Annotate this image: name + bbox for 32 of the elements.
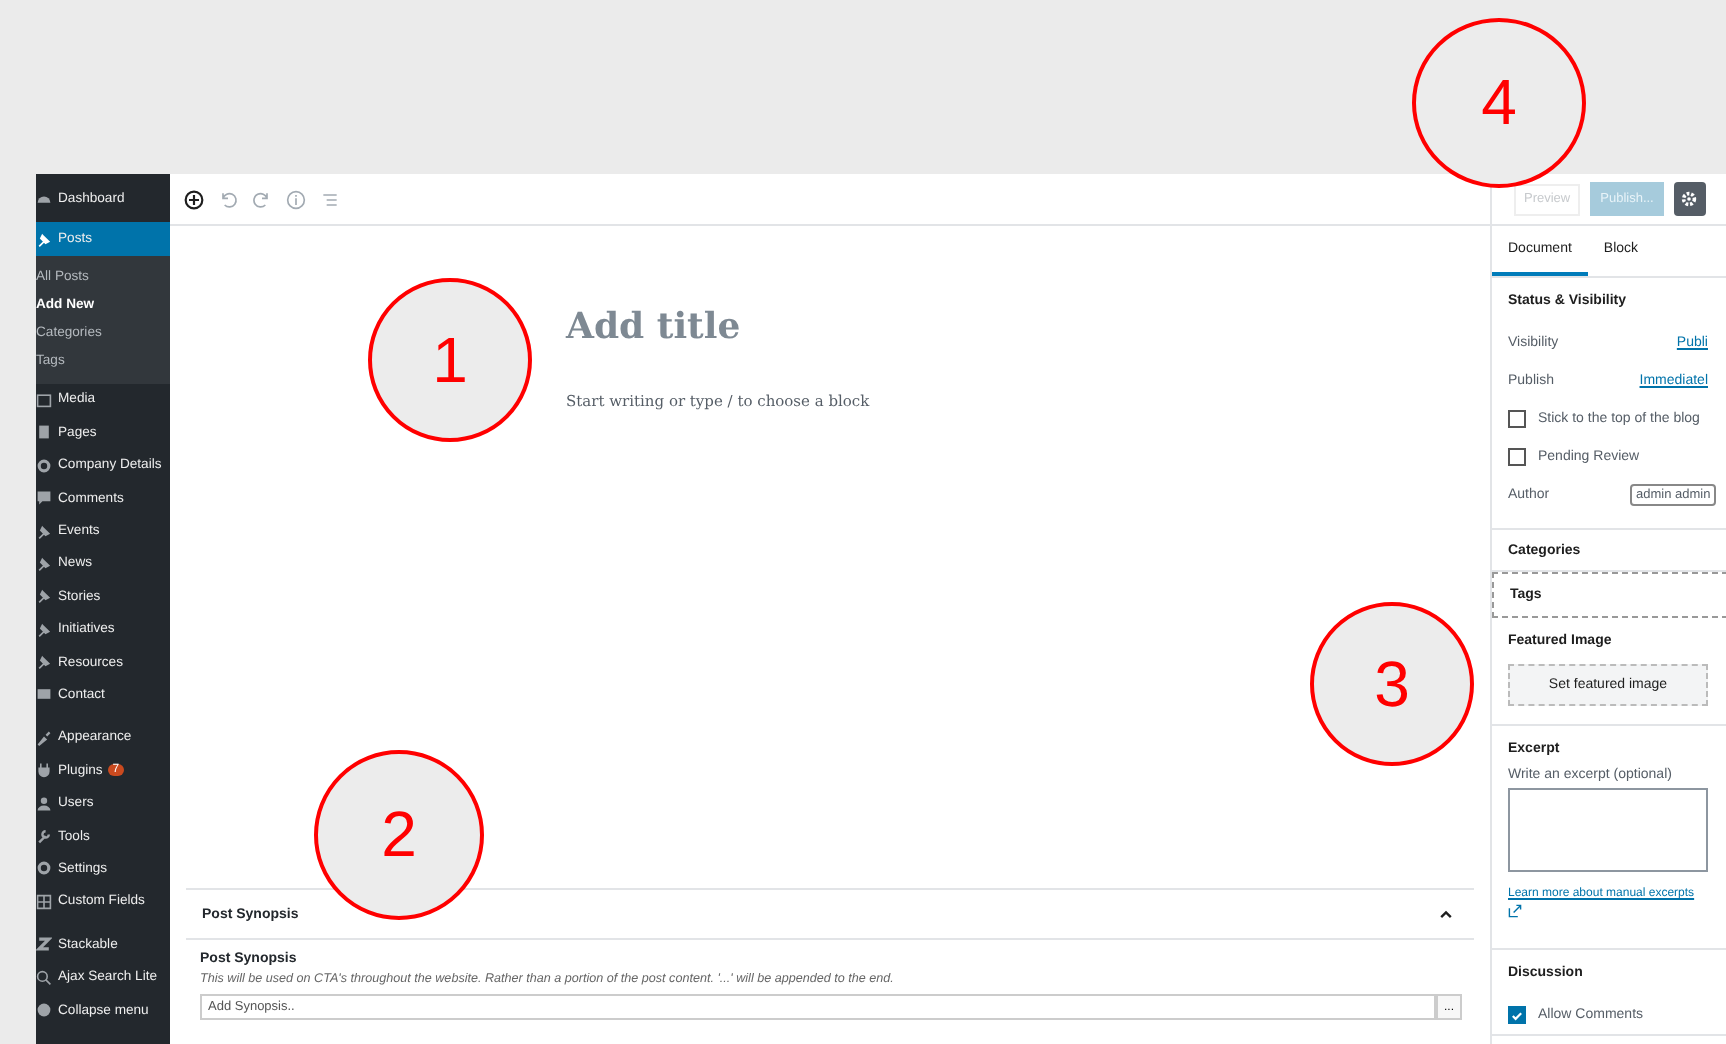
title-field[interactable]: Add title — [566, 306, 1490, 348]
mail-icon — [36, 686, 52, 703]
collapse-icon — [36, 1002, 52, 1018]
checkbox[interactable] — [1508, 410, 1526, 428]
settings-button[interactable] — [1673, 182, 1706, 216]
excerpt-field[interactable] — [1508, 788, 1708, 872]
settings-icon — [36, 860, 52, 877]
checkbox[interactable] — [1508, 448, 1526, 466]
user-icon — [36, 795, 52, 812]
plug-icon — [36, 762, 52, 779]
media-icon — [36, 391, 52, 408]
search-icon — [36, 969, 52, 986]
gear-icon — [36, 457, 52, 474]
pin-icon — [36, 588, 52, 605]
grid-icon — [36, 893, 52, 910]
dashboard-icon — [36, 190, 52, 207]
wrench-icon — [36, 828, 52, 845]
comment-icon — [36, 490, 52, 507]
checkbox[interactable] — [1508, 1006, 1526, 1024]
chevron-up-icon[interactable] — [1438, 906, 1454, 922]
annotation-circle: 4 — [1412, 18, 1586, 188]
stack-icon — [36, 936, 52, 953]
pin-icon — [36, 654, 52, 671]
pin-icon — [36, 621, 52, 638]
gear-icon — [1680, 190, 1699, 208]
external-link-icon[interactable] — [1508, 904, 1522, 918]
pin-icon — [36, 523, 52, 540]
add-block-icon[interactable] — [184, 189, 204, 209]
pin-icon — [36, 555, 52, 572]
pin-icon — [36, 231, 52, 248]
page-icon — [36, 424, 52, 441]
brush-icon — [36, 729, 52, 746]
